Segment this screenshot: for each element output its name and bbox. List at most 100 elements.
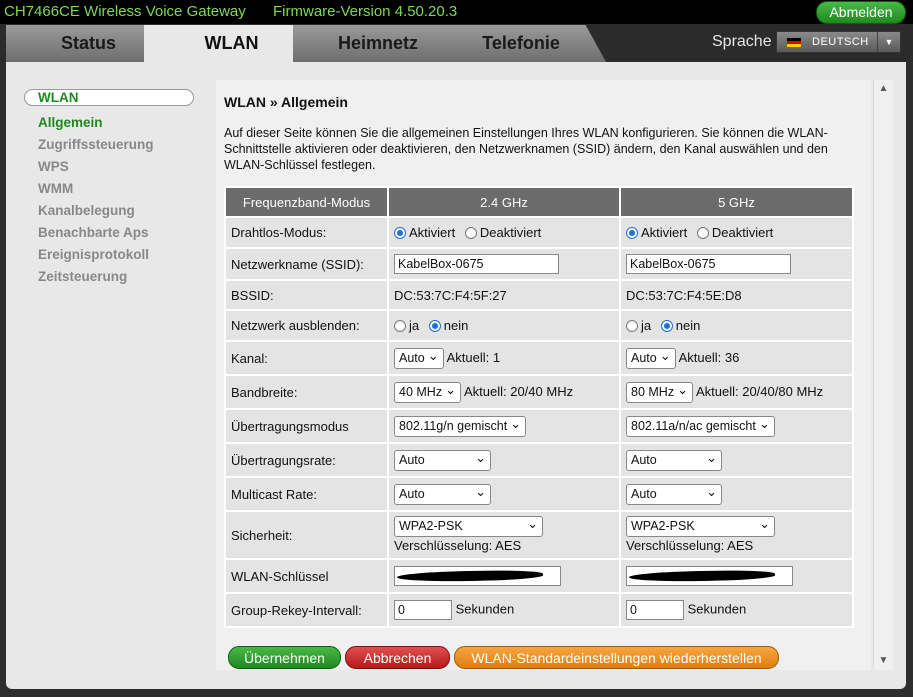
ssid-24-input[interactable]: KabelBox-0675 bbox=[394, 254, 559, 274]
radio-label: Deaktiviert bbox=[479, 225, 542, 240]
radio-5-deactivated[interactable] bbox=[696, 227, 709, 239]
row-label-security: Sicherheit: bbox=[224, 510, 389, 560]
table-row: Sicherheit: WPA2-PSKVerschlüsselung: AES… bbox=[224, 510, 854, 560]
wlan-settings-table: Frequenzband-Modus 2.4 GHz 5 GHz Drahtlo… bbox=[224, 186, 854, 628]
bandwidth-5-select[interactable]: 80 MHz bbox=[626, 380, 694, 403]
radio-24-hide-no[interactable] bbox=[428, 320, 441, 332]
row-label-key: WLAN-Schlüssel bbox=[224, 558, 389, 594]
radio-label: ja bbox=[409, 318, 420, 333]
table-row: BSSID: DC:53:7C:F4:5F:27 DC:53:7C:F4:5E:… bbox=[224, 279, 854, 311]
radio-label: Aktiviert bbox=[641, 225, 688, 240]
logout-button[interactable]: Abmelden bbox=[816, 1, 906, 24]
device-model: CH7466CE Wireless Voice Gateway bbox=[4, 3, 246, 20]
wlan-key-5-input[interactable] bbox=[626, 566, 793, 586]
chevron-down-icon: ▼ bbox=[877, 32, 900, 52]
row-label-bssid: BSSID: bbox=[224, 279, 389, 311]
table-row: Kanal: Auto Aktuell: 1 Auto Aktuell: 36 bbox=[224, 340, 854, 376]
scrollbar[interactable]: ▲ ▼ bbox=[873, 80, 893, 670]
channel-24-select[interactable]: Auto bbox=[394, 346, 444, 369]
sidebar-item-benachbarte-aps[interactable]: Benachbarte Aps bbox=[38, 225, 149, 240]
table-row: Netzwerk ausblenden: ja nein ja nein bbox=[224, 309, 854, 342]
language-value: DEUTSCH bbox=[812, 36, 869, 48]
radio-5-hide-yes[interactable] bbox=[626, 320, 638, 332]
rate-5-select[interactable]: Auto bbox=[626, 448, 722, 471]
radio-5-hide-no[interactable] bbox=[660, 320, 673, 332]
radio-24-deactivated[interactable] bbox=[464, 227, 477, 239]
row-label-ssid: Netzwerkname (SSID): bbox=[224, 247, 389, 281]
tab-telefonie[interactable]: Telefonie bbox=[436, 25, 606, 62]
header-24ghz: 2.4 GHz bbox=[387, 186, 621, 218]
channel-5-current: Aktuell: 36 bbox=[678, 349, 740, 365]
restore-defaults-button[interactable]: WLAN-Standardeinstellungen wiederherstel… bbox=[454, 646, 779, 669]
table-row: Netzwerkname (SSID): KabelBox-0675 Kabel… bbox=[224, 247, 854, 281]
table-row: Bandbreite: 40 MHz Aktuell: 20/40 MHz 80… bbox=[224, 374, 854, 410]
channel-24-current: Aktuell: 1 bbox=[446, 349, 501, 365]
mode-5: Aktiviert Deaktiviert bbox=[619, 216, 854, 249]
security-24-select[interactable]: WPA2-PSK bbox=[394, 514, 543, 537]
security-5-select[interactable]: WPA2-PSK bbox=[626, 514, 775, 537]
radio-24-activated[interactable] bbox=[394, 227, 406, 239]
bssid-5: DC:53:7C:F4:5E:D8 bbox=[619, 279, 854, 311]
table-row: Übertragungsrate: Auto Auto bbox=[224, 442, 854, 478]
page-title: WLAN » Allgemein bbox=[224, 94, 348, 110]
bandwidth-24-select[interactable]: 40 MHz bbox=[394, 380, 462, 403]
rekey-24-input[interactable]: 0 bbox=[394, 600, 452, 620]
seconds-label: Sekunden bbox=[455, 601, 515, 617]
scroll-up-icon[interactable]: ▲ bbox=[874, 82, 893, 96]
radio-5-activated[interactable] bbox=[626, 227, 638, 239]
sidebar-item-zugriffssteuerung[interactable]: Zugriffssteuerung bbox=[38, 137, 154, 152]
encryption-24: Verschlüsselung: AES bbox=[394, 538, 522, 553]
sidebar-item-wps[interactable]: WPS bbox=[38, 159, 69, 174]
ssid-5-input[interactable]: KabelBox-0675 bbox=[626, 254, 791, 274]
sidebar-item-ereignisprotokoll[interactable]: Ereignisprotokoll bbox=[38, 247, 149, 262]
radio-label: Deaktiviert bbox=[711, 225, 774, 240]
radio-label: nein bbox=[675, 318, 701, 333]
sidebar-item-kanalbelegung[interactable]: Kanalbelegung bbox=[38, 203, 135, 218]
radio-label: ja bbox=[641, 318, 652, 333]
mode-24: Aktiviert Deaktiviert bbox=[387, 216, 621, 249]
bandwidth-5-current: Aktuell: 20/40/80 MHz bbox=[695, 383, 824, 399]
row-label-rekey: Group-Rekey-Intervall: bbox=[224, 592, 389, 628]
scroll-down-icon[interactable]: ▼ bbox=[874, 654, 893, 668]
cancel-button[interactable]: Abbrechen bbox=[345, 646, 450, 669]
language-select[interactable]: DEUTSCH ▼ bbox=[776, 31, 901, 53]
tab-wlan[interactable]: WLAN bbox=[144, 25, 319, 62]
table-row: WLAN-Schlüssel bbox=[224, 558, 854, 594]
radio-label: nein bbox=[443, 318, 469, 333]
row-label-hide: Netzwerk ausblenden: bbox=[224, 309, 389, 342]
wlan-key-24-input[interactable] bbox=[394, 566, 561, 586]
channel-5-select[interactable]: Auto bbox=[626, 346, 676, 369]
header-5ghz: 5 GHz bbox=[619, 186, 854, 218]
mcast-5-select[interactable]: Auto bbox=[626, 482, 722, 505]
language-label: Sprache bbox=[712, 33, 772, 50]
table-row: Multicast Rate: Auto Auto bbox=[224, 476, 854, 512]
sidebar-item-wmm[interactable]: WMM bbox=[38, 181, 73, 196]
row-label-bandwidth: Bandbreite: bbox=[224, 374, 389, 410]
german-flag-icon bbox=[787, 38, 801, 47]
row-label-channel: Kanal: bbox=[224, 340, 389, 376]
row-label-mode: Drahtlos-Modus: bbox=[224, 216, 389, 249]
table-row: Group-Rekey-Intervall: 0 Sekunden 0 Seku… bbox=[224, 592, 854, 628]
firmware-version: Firmware-Version 4.50.20.3 bbox=[273, 3, 458, 20]
seconds-label: Sekunden bbox=[687, 601, 747, 617]
tmode-24-select[interactable]: 802.11g/n gemischt bbox=[394, 414, 527, 437]
tmode-5-select[interactable]: 802.11a/n/ac gemischt bbox=[626, 414, 775, 437]
sidebar-item-wlan[interactable]: WLAN bbox=[38, 90, 79, 105]
table-row: Drahtlos-Modus: Aktiviert Deaktiviert Ak… bbox=[224, 216, 854, 249]
radio-24-hide-yes[interactable] bbox=[394, 320, 406, 332]
radio-label: Aktiviert bbox=[409, 225, 456, 240]
bandwidth-24-current: Aktuell: 20/40 MHz bbox=[463, 383, 574, 399]
mcast-24-select[interactable]: Auto bbox=[394, 482, 491, 505]
row-label-mcast: Multicast Rate: bbox=[224, 476, 389, 512]
rate-24-select[interactable]: Auto bbox=[394, 448, 491, 471]
apply-button[interactable]: Übernehmen bbox=[228, 646, 341, 669]
top-bar: CH7466CE Wireless Voice Gateway Firmware… bbox=[0, 0, 913, 24]
page-description: Auf dieser Seite können Sie die allgemei… bbox=[224, 126, 828, 172]
sidebar-item-allgemein[interactable]: Allgemein bbox=[38, 115, 103, 130]
rekey-5-input[interactable]: 0 bbox=[626, 600, 684, 620]
header-frequency-mode: Frequenzband-Modus bbox=[224, 186, 389, 218]
row-label-tmode: Übertragungsmodus bbox=[224, 408, 389, 444]
encryption-5: Verschlüsselung: AES bbox=[626, 538, 754, 553]
bssid-24: DC:53:7C:F4:5F:27 bbox=[387, 279, 621, 311]
sidebar-item-zeitsteuerung[interactable]: Zeitsteuerung bbox=[38, 269, 127, 284]
